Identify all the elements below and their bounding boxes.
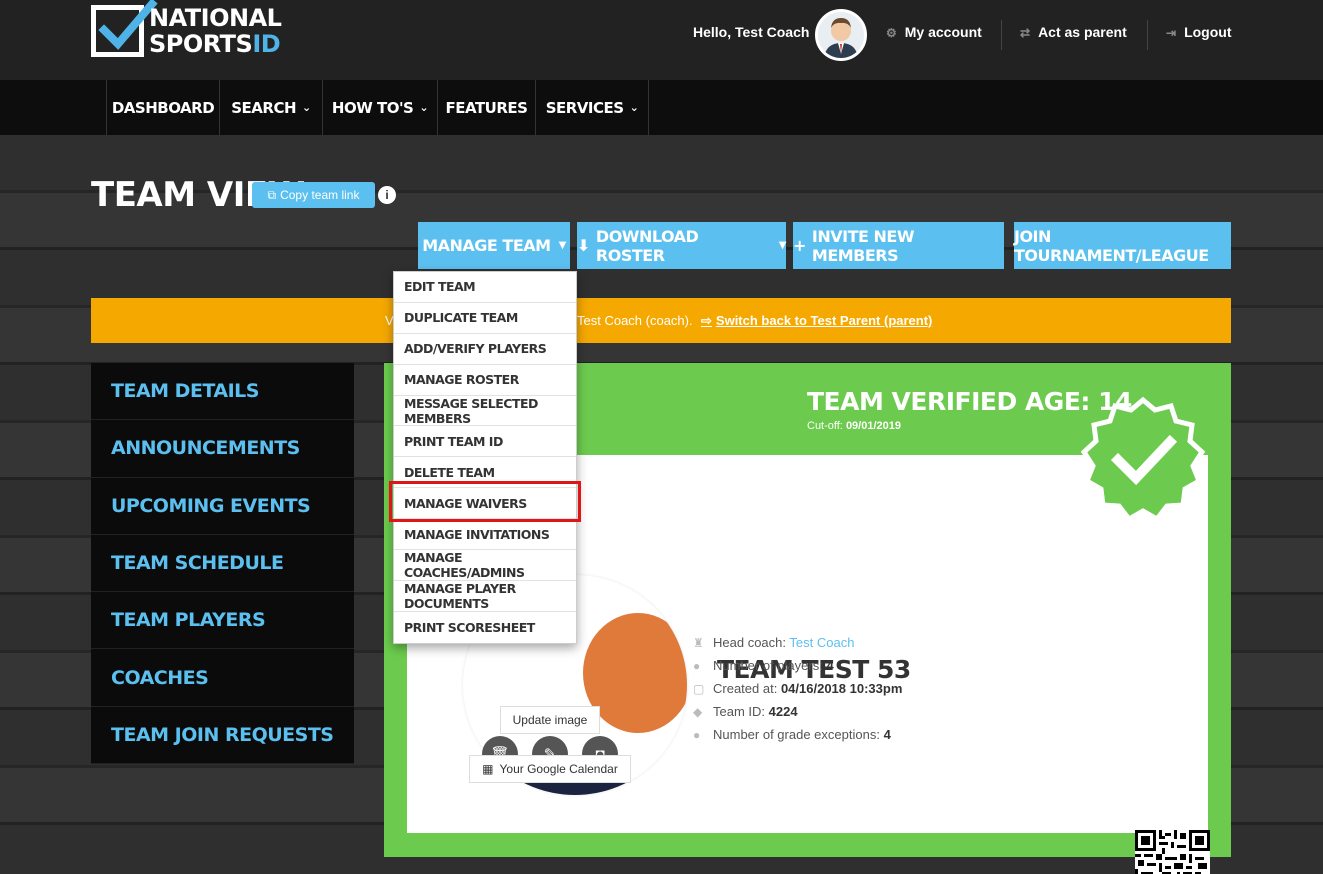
team-sidebar: TEAM DETAILS ANNOUNCEMENTS UPCOMING EVEN… — [91, 363, 354, 765]
sidebar-item-coaches[interactable]: COACHES — [91, 649, 354, 707]
plus-icon: + — [793, 236, 806, 255]
menu-item-duplicate-team[interactable]: DUPLICATE TEAM — [394, 303, 576, 334]
menu-item-edit-team[interactable]: EDIT TEAM — [394, 272, 576, 303]
copy-team-link-button[interactable]: ⧉ Copy team link — [252, 182, 375, 208]
copy-icon: ⧉ — [267, 187, 277, 202]
trophy-icon: ♜ — [693, 636, 704, 650]
nav-dashboard[interactable]: DASHBOARD — [106, 80, 219, 135]
info-icon[interactable]: i — [378, 186, 396, 204]
logout-link[interactable]: ⇥ Logout — [1166, 24, 1231, 40]
google-calendar-button[interactable]: ▦ Your Google Calendar — [469, 755, 631, 783]
calendar-icon: ▦ — [482, 762, 494, 776]
greeting-text: Hello, Test Coach — [693, 24, 810, 40]
menu-item-manage-player-documents[interactable]: MANAGE PLAYER DOCUMENTS — [394, 581, 576, 612]
chevron-down-icon: ⌄ — [419, 101, 429, 114]
highlight-box — [389, 481, 581, 522]
chevron-down-icon: ⌄ — [629, 101, 639, 114]
head-coach-row: ♜ Head coach: Test Coach — [693, 635, 855, 650]
nav-features[interactable]: FEATURES — [437, 80, 535, 135]
tag-icon: ◆ — [693, 705, 703, 719]
grade-exceptions-row: ● Number of grade exceptions: 4 — [693, 727, 891, 742]
manage-team-dropdown: EDIT TEAM DUPLICATE TEAM ADD/VERIFY PLAY… — [393, 271, 577, 644]
players-row: ● Number of players: 4 — [693, 658, 834, 673]
avatar[interactable] — [815, 9, 867, 61]
switch-icon: ⇨ — [701, 313, 712, 328]
top-header: NATIONAL SPORTSID Hello, Test Coach ⚙ My … — [0, 0, 1323, 80]
nav-how-tos[interactable]: HOW TO'S ⌄ — [322, 80, 437, 135]
manage-team-button[interactable]: MANAGE TEAM ▼ — [418, 222, 570, 269]
caret-down-icon: ▼ — [558, 240, 567, 251]
sidebar-item-team-join-requests[interactable]: TEAM JOIN REQUESTS — [91, 706, 354, 765]
download-roster-button[interactable]: ⬇ DOWNLOAD ROSTER ▼ — [577, 222, 787, 269]
download-icon: ⬇ — [577, 236, 590, 255]
menu-item-manage-invitations[interactable]: MANAGE INVITATIONS — [394, 519, 576, 551]
sidebar-item-upcoming-events[interactable]: UPCOMING EVENTS — [91, 477, 354, 535]
cutoff-date: Cut-off: 09/01/2019 — [807, 420, 901, 432]
nav-services[interactable]: SERVICES ⌄ — [535, 80, 649, 135]
calendar-icon: ▢ — [693, 682, 705, 696]
caret-down-icon: ▼ — [778, 240, 787, 251]
join-tournament-button[interactable]: JOIN TOURNAMENT/LEAGUE — [1014, 222, 1231, 269]
logo-word-sportsid: SPORTSID — [149, 30, 281, 58]
invite-members-button[interactable]: + INVITE NEW MEMBERS — [793, 222, 1004, 269]
sidebar-item-team-players[interactable]: TEAM PLAYERS — [91, 592, 354, 650]
logout-icon: ⇥ — [1166, 26, 1177, 40]
verified-badge-icon — [1078, 396, 1208, 523]
site-logo[interactable]: NATIONAL SPORTSID — [91, 0, 282, 59]
menu-item-manage-roster[interactable]: MANAGE ROSTER — [394, 365, 576, 396]
gear-icon: ⚙ — [886, 26, 897, 40]
act-as-parent-link[interactable]: ⇄ Act as parent — [1020, 24, 1127, 40]
sidebar-item-team-details[interactable]: TEAM DETAILS — [91, 363, 354, 421]
update-image-button[interactable]: Update image — [500, 706, 600, 734]
sidebar-item-announcements[interactable]: ANNOUNCEMENTS — [91, 420, 354, 478]
created-row: ▢ Created at: 04/16/2018 10:33pm — [693, 681, 903, 696]
divider — [1147, 20, 1148, 50]
my-account-link[interactable]: ⚙ My account — [886, 24, 982, 40]
chevron-down-icon: ⌄ — [302, 101, 311, 114]
sidebar-item-team-schedule[interactable]: TEAM SCHEDULE — [91, 534, 354, 593]
menu-item-print-team-id[interactable]: PRINT TEAM ID — [394, 426, 576, 458]
main-nav: DASHBOARD SEARCH ⌄ HOW TO'S ⌄ FEATURES SER… — [0, 80, 1323, 135]
menu-item-message-selected-members[interactable]: MESSAGE SELECTED MEMBERS — [394, 396, 576, 427]
team-id-row: ◆ Team ID: 4224 — [693, 704, 798, 719]
menu-item-add-verify-players[interactable]: ADD/VERIFY PLAYERS — [394, 334, 576, 365]
notice-text: Test Coach (coach). — [577, 313, 693, 328]
user-plus-icon: ● — [693, 728, 701, 742]
logo-word-national: NATIONAL — [149, 4, 282, 32]
user-icon: ● — [693, 659, 701, 673]
acting-as-notice: V Test Coach (coach). ⇨ Switch back to Te… — [91, 298, 1231, 343]
menu-item-manage-coaches-admins[interactable]: MANAGE COACHES/ADMINS — [394, 550, 576, 581]
swap-icon: ⇄ — [1020, 26, 1031, 40]
head-coach-link[interactable]: Test Coach — [789, 635, 854, 650]
logo-check-box — [91, 0, 158, 57]
menu-item-print-scoresheet[interactable]: PRINT SCORESHEET — [394, 612, 576, 643]
switch-back-link[interactable]: ⇨ Switch back to Test Parent (parent) — [701, 313, 932, 329]
divider — [1001, 20, 1002, 50]
nav-search[interactable]: SEARCH ⌄ — [219, 80, 322, 135]
qr-code — [1135, 830, 1210, 874]
